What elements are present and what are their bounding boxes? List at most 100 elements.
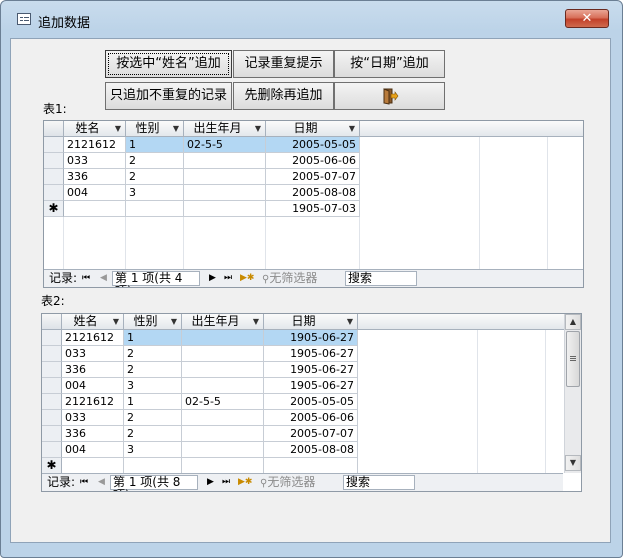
table-cell[interactable]: 033 xyxy=(62,346,124,362)
table-cell[interactable]: 2121612 xyxy=(62,394,124,410)
duplicate-prompt-button[interactable]: 记录重复提示 xyxy=(233,50,334,78)
close-button[interactable]: ✕ xyxy=(565,9,609,28)
table-cell[interactable]: 2 xyxy=(124,410,182,426)
table-cell[interactable]: 2005-05-05 xyxy=(266,137,360,153)
row-selector[interactable] xyxy=(42,410,62,426)
t1-col-date[interactable]: 日期 ▼ xyxy=(266,121,360,137)
table-cell[interactable]: 2 xyxy=(126,169,184,185)
new-record-marker[interactable]: ✱ xyxy=(42,458,62,474)
table-cell[interactable]: 1905-07-03 xyxy=(266,201,360,217)
table-cell[interactable] xyxy=(184,153,266,169)
table-cell[interactable]: 336 xyxy=(62,426,124,442)
t2-col-name[interactable]: 姓名 ▼ xyxy=(62,314,124,330)
table-cell[interactable]: 3 xyxy=(124,378,182,394)
table-cell[interactable]: 1905-06-27 xyxy=(264,346,358,362)
table-cell[interactable]: 3 xyxy=(124,442,182,458)
chevron-down-icon[interactable]: ▼ xyxy=(173,121,179,136)
scroll-thumb[interactable] xyxy=(566,331,580,387)
table-cell[interactable]: 033 xyxy=(64,153,126,169)
prev-record-icon[interactable]: ◀ xyxy=(100,270,107,287)
scroll-down-icon[interactable]: ▼ xyxy=(565,455,581,471)
table-cell[interactable]: 2005-07-07 xyxy=(266,169,360,185)
table-cell[interactable] xyxy=(264,458,358,474)
row-selector[interactable] xyxy=(42,442,62,458)
table-cell[interactable]: 02-5-5 xyxy=(184,137,266,153)
table-cell[interactable]: 2005-06-06 xyxy=(266,153,360,169)
next-record-icon[interactable]: ▶ xyxy=(207,474,214,491)
table-cell[interactable]: 033 xyxy=(62,410,124,426)
append-by-name-button[interactable]: 按选中“姓名”追加 xyxy=(105,50,232,78)
row-selector[interactable] xyxy=(44,137,64,153)
t2-col-date[interactable]: 日期 ▼ xyxy=(264,314,358,330)
table-cell[interactable]: 2 xyxy=(124,362,182,378)
t2-col-gender[interactable]: 性别 ▼ xyxy=(124,314,182,330)
table-cell[interactable] xyxy=(62,458,124,474)
chevron-down-icon[interactable]: ▼ xyxy=(171,314,177,329)
table-cell[interactable]: 336 xyxy=(64,169,126,185)
scroll-up-icon[interactable]: ▲ xyxy=(565,314,581,330)
filter-indicator[interactable]: ⚲ 无筛选器 xyxy=(260,474,340,491)
table-cell[interactable]: 004 xyxy=(62,442,124,458)
table-cell[interactable]: 1905-06-27 xyxy=(264,378,358,394)
append-unique-button[interactable]: 只追加不重复的记录 xyxy=(105,82,232,110)
chevron-down-icon[interactable]: ▼ xyxy=(347,314,353,329)
table-cell[interactable] xyxy=(184,185,266,201)
title-bar[interactable]: 追加数据 ✕ xyxy=(1,1,622,31)
table-cell[interactable] xyxy=(182,410,264,426)
table-cell[interactable]: 2005-08-08 xyxy=(264,442,358,458)
table-cell[interactable]: 1 xyxy=(126,137,184,153)
table-cell[interactable] xyxy=(64,201,126,217)
table-cell[interactable] xyxy=(182,458,264,474)
table-cell[interactable]: 3 xyxy=(126,185,184,201)
table-cell[interactable]: 1905-06-27 xyxy=(264,362,358,378)
table-cell[interactable]: 004 xyxy=(64,185,126,201)
table-cell[interactable] xyxy=(126,201,184,217)
row-selector[interactable] xyxy=(44,185,64,201)
new-record-icon[interactable]: ▶✱ xyxy=(238,474,252,491)
table-cell[interactable]: 1905-06-27 xyxy=(264,330,358,346)
select-all-corner[interactable] xyxy=(42,314,62,330)
table-cell[interactable] xyxy=(182,330,264,346)
chevron-down-icon[interactable]: ▼ xyxy=(349,121,355,136)
prev-record-icon[interactable]: ◀ xyxy=(98,474,105,491)
table-cell[interactable]: 2121612 xyxy=(64,137,126,153)
table-cell[interactable]: 2121612 xyxy=(62,330,124,346)
t1-col-gender[interactable]: 性别 ▼ xyxy=(126,121,184,137)
row-selector[interactable] xyxy=(42,378,62,394)
row-selector[interactable] xyxy=(42,362,62,378)
table-cell[interactable] xyxy=(184,201,266,217)
t1-col-birth[interactable]: 出生年月 ▼ xyxy=(184,121,266,137)
last-record-icon[interactable]: ⏭ xyxy=(222,474,230,491)
table-cell[interactable]: 1 xyxy=(124,330,182,346)
search-input[interactable]: 搜索 xyxy=(345,271,417,286)
exit-button[interactable] xyxy=(334,82,445,110)
chevron-down-icon[interactable]: ▼ xyxy=(113,314,119,329)
first-record-icon[interactable]: ⏮ xyxy=(80,474,88,491)
table-cell[interactable]: 2005-08-08 xyxy=(266,185,360,201)
filter-indicator[interactable]: ⚲ 无筛选器 xyxy=(262,270,342,287)
t1-col-name[interactable]: 姓名 ▼ xyxy=(64,121,126,137)
row-selector[interactable] xyxy=(42,426,62,442)
table-cell[interactable] xyxy=(182,378,264,394)
chevron-down-icon[interactable]: ▼ xyxy=(255,121,261,136)
table-cell[interactable] xyxy=(182,426,264,442)
chevron-down-icon[interactable]: ▼ xyxy=(115,121,121,136)
select-all-corner[interactable] xyxy=(44,121,64,137)
table-cell[interactable]: 2 xyxy=(124,426,182,442)
search-input[interactable]: 搜索 xyxy=(343,475,415,490)
new-record-icon[interactable]: ▶✱ xyxy=(240,270,254,287)
table-cell[interactable]: 2005-07-07 xyxy=(264,426,358,442)
append-by-date-button[interactable]: 按“日期”追加 xyxy=(334,50,445,78)
table-cell[interactable] xyxy=(184,169,266,185)
table-cell[interactable] xyxy=(182,362,264,378)
row-selector[interactable] xyxy=(44,153,64,169)
t2-col-birth[interactable]: 出生年月 ▼ xyxy=(182,314,264,330)
table-cell[interactable]: 2 xyxy=(124,346,182,362)
row-selector[interactable] xyxy=(42,394,62,410)
first-record-icon[interactable]: ⏮ xyxy=(82,270,90,287)
next-record-icon[interactable]: ▶ xyxy=(209,270,216,287)
table-cell[interactable] xyxy=(182,346,264,362)
last-record-icon[interactable]: ⏭ xyxy=(224,270,232,287)
table-cell[interactable]: 2005-06-06 xyxy=(264,410,358,426)
new-record-marker[interactable]: ✱ xyxy=(44,201,64,217)
